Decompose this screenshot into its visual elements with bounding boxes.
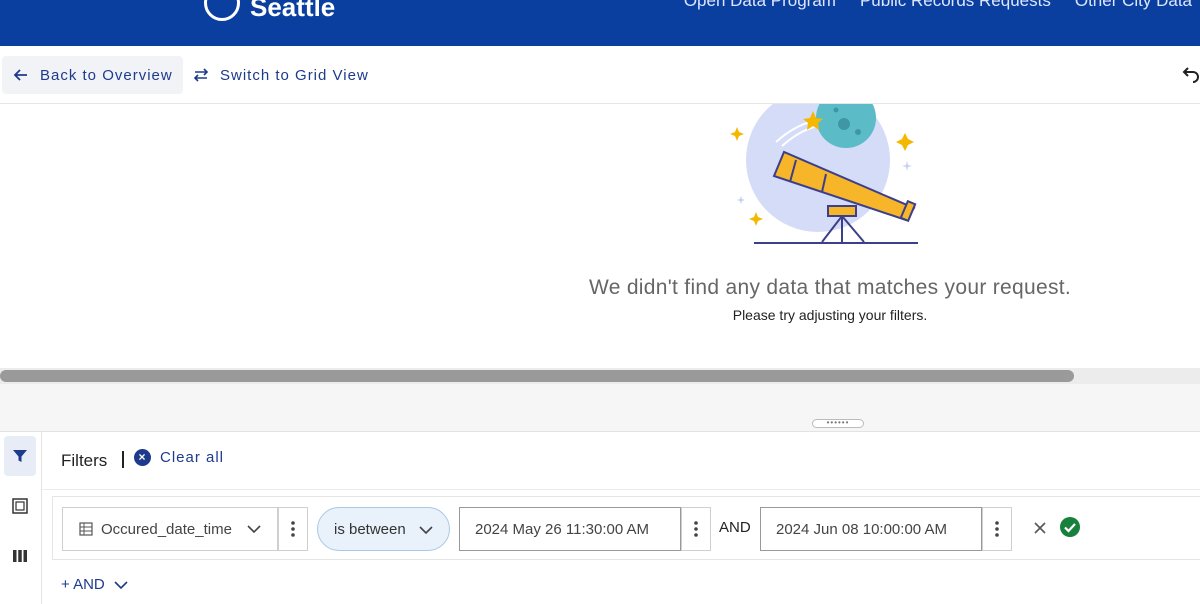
swap-arrows-icon (193, 68, 209, 82)
operator-select[interactable]: is between (317, 507, 450, 551)
field-options-button[interactable] (278, 507, 308, 551)
clear-all-label: Clear all (160, 449, 225, 466)
chevron-down-icon (247, 525, 261, 534)
switch-to-grid-view-label: Switch to Grid View (220, 66, 369, 84)
more-vertical-icon (291, 521, 295, 537)
empty-state-subtitle: Please try adjusting your filters. (732, 307, 928, 323)
top-nav: Open Data Program Public Records Request… (684, 0, 1192, 11)
nav-link-open-data-program[interactable]: Open Data Program (684, 0, 836, 11)
clear-all-button[interactable]: × Clear all (134, 449, 224, 466)
side-rail (0, 432, 42, 604)
clear-circle-icon: × (134, 449, 151, 466)
nav-link-public-records-requests[interactable]: Public Records Requests (860, 0, 1051, 11)
operator-select-value: is between (334, 520, 406, 538)
table-icon (79, 522, 93, 536)
scrollbar-thumb[interactable] (0, 370, 1074, 382)
filters-header: Filters × Clear all (42, 432, 1200, 490)
resize-handle[interactable]: •••••• (812, 419, 864, 428)
columns-button[interactable] (4, 536, 36, 576)
field-select[interactable]: Occured_date_time (62, 507, 278, 551)
columns-icon (13, 550, 27, 562)
date-to-input[interactable] (760, 507, 982, 551)
city-seal-icon (204, 0, 240, 21)
switch-to-grid-view-button[interactable]: Switch to Grid View (182, 56, 379, 94)
telescope-illustration-icon (730, 104, 918, 244)
chevron-down-icon (114, 580, 128, 589)
more-vertical-icon (694, 521, 698, 537)
arrow-left-icon (13, 69, 27, 81)
remove-filter-icon[interactable] (1031, 519, 1049, 537)
apply-filter-check-icon[interactable] (1059, 516, 1081, 538)
filters-title: Filters (61, 451, 108, 470)
nav-link-other-city-data[interactable]: Other City Data (1075, 0, 1192, 11)
date-to-options-button[interactable] (982, 507, 1012, 551)
horizontal-scrollbar[interactable] (0, 368, 1200, 384)
brand-name: Seattle (250, 0, 336, 22)
add-and-condition-button[interactable]: + AND (61, 576, 129, 593)
city-logo[interactable]: Seattle (204, 0, 335, 23)
back-to-overview-button[interactable]: Back to Overview (2, 56, 183, 94)
between-joiner-label: AND (719, 519, 751, 536)
back-to-overview-label: Back to Overview (40, 66, 173, 84)
chevron-down-icon (419, 526, 433, 535)
date-from-input[interactable] (459, 507, 681, 551)
date-from-options-button[interactable] (681, 507, 711, 551)
filter-panel-button[interactable] (4, 436, 36, 476)
panel-splitter: •••••• (0, 384, 1200, 432)
formula-box-icon (12, 498, 28, 514)
empty-state-title: We didn't find any data that matches you… (588, 276, 1072, 299)
more-vertical-icon (995, 521, 999, 537)
add-and-label: + AND (61, 576, 105, 593)
divider (122, 451, 124, 468)
empty-results: We didn't find any data that matches you… (0, 104, 1200, 368)
site-header: Seattle Open Data Program Public Records… (0, 0, 1200, 46)
filter-funnel-icon (13, 450, 27, 462)
undo-icon[interactable] (1180, 64, 1200, 84)
view-toolbar: Back to Overview Switch to Grid View (0, 46, 1200, 104)
calculated-column-button[interactable] (4, 486, 36, 526)
field-select-value: Occured_date_time (101, 520, 232, 538)
filter-condition-row: Occured_date_time is between AND (52, 496, 1200, 560)
